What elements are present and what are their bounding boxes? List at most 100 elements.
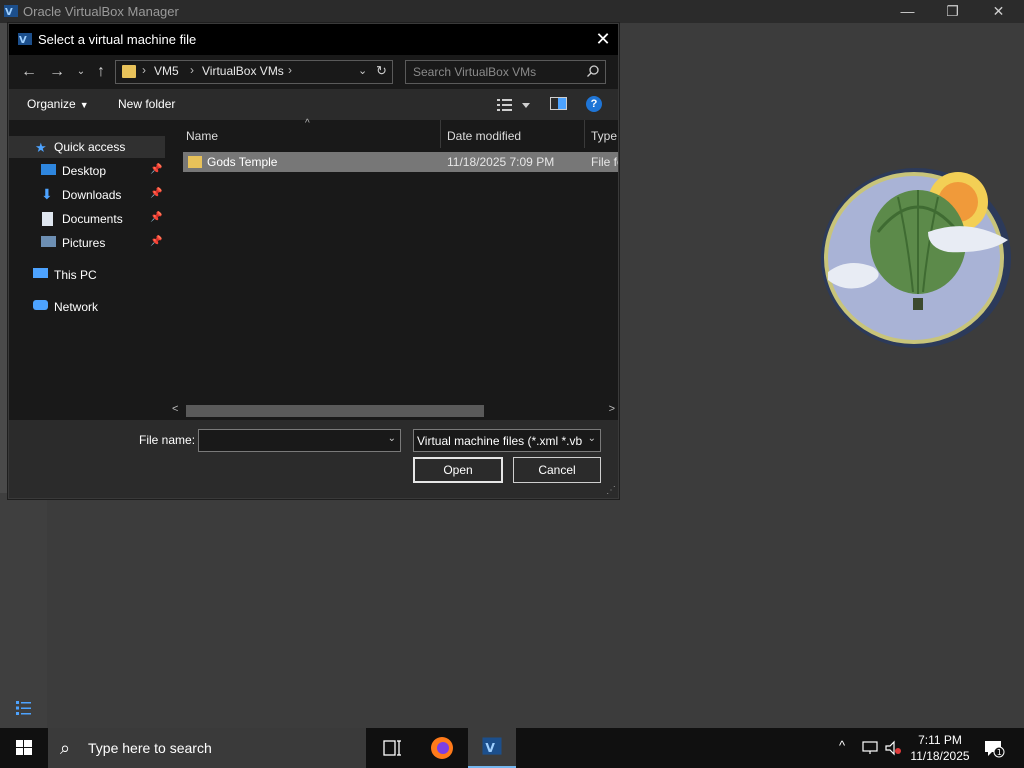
system-clock[interactable]: 7:11 PM 11/18/2025 — [905, 732, 975, 764]
close-button[interactable]: ✕ — [976, 0, 1021, 23]
horizontal-scrollbar[interactable]: < > — [169, 403, 618, 419]
file-row[interactable]: Gods Temple 11/18/2025 7:09 PM File fold… — [183, 152, 618, 172]
nav-item-desktop[interactable]: Desktop 📌 — [9, 160, 165, 182]
nav-item-network[interactable]: Network — [9, 296, 165, 318]
file-type-filter-value: Virtual machine files (*.xml *.vbox) — [417, 434, 582, 448]
refresh-icon[interactable]: ↻ — [376, 63, 387, 79]
address-dropdown-icon[interactable]: ⌄ — [358, 64, 367, 77]
nav-item-pictures[interactable]: Pictures 📌 — [9, 232, 165, 254]
column-header-date-modified[interactable]: Date modified — [441, 120, 584, 148]
breadcrumb-separator-icon: › — [190, 63, 194, 77]
network-status-icon[interactable] — [862, 740, 880, 756]
dialog-titlebar: V Select a virtual machine file ✕ — [9, 24, 618, 55]
new-folder-button[interactable]: New folder — [118, 97, 175, 111]
nav-item-documents[interactable]: Documents 📌 — [9, 208, 165, 230]
volume-muted-icon[interactable] — [884, 740, 902, 756]
computer-icon — [33, 268, 48, 278]
taskbar-search-placeholder: Type here to search — [88, 740, 212, 756]
pictures-icon — [41, 236, 56, 247]
navigation-pane: ★ Quick access Desktop 📌 ⬇ Downloads 📌 D… — [9, 120, 165, 420]
vbox-side-strip — [0, 23, 8, 493]
search-icon: ⌕ — [60, 738, 71, 758]
scrollbar-thumb[interactable] — [186, 405, 484, 417]
restore-button[interactable]: ❐ — [930, 0, 975, 23]
pin-icon[interactable]: 📌 — [150, 188, 162, 199]
pin-icon[interactable]: 📌 — [150, 236, 162, 247]
folder-icon — [188, 156, 202, 168]
up-arrow-icon[interactable]: ↑ — [89, 61, 113, 83]
chevron-down-icon[interactable]: ⌄ — [388, 433, 396, 444]
column-header-type[interactable]: Type — [585, 120, 618, 148]
navigation-bar: ← → ⌄ ↑ › VM5 › VirtualBox VMs › ⌄ ↻ Sea… — [9, 55, 618, 89]
file-list: Name ^ Date modified Type Gods Temple 11… — [165, 118, 618, 420]
minimize-button[interactable]: — — [885, 0, 930, 23]
breadcrumb-virtualbox-vms[interactable]: VirtualBox VMs — [202, 64, 284, 78]
taskbar: ⌕ Type here to search V ^ 7:11 PM 11/18/… — [0, 728, 1024, 768]
dialog-close-button[interactable]: ✕ — [588, 24, 618, 55]
breadcrumb-separator-icon: › — [288, 63, 292, 77]
chevron-down-icon: ▼ — [79, 100, 89, 110]
nav-item-downloads[interactable]: ⬇ Downloads 📌 — [9, 184, 165, 206]
change-view-icon[interactable] — [497, 98, 537, 112]
nav-item-label: Desktop — [62, 164, 107, 178]
desktop-icon — [41, 164, 56, 175]
task-view-icon[interactable] — [368, 728, 416, 768]
search-box[interactable]: Search VirtualBox VMs — [405, 60, 606, 84]
file-name-label: File name: — [139, 433, 196, 447]
search-placeholder: Search VirtualBox VMs — [413, 65, 537, 79]
svg-text:V: V — [19, 35, 27, 46]
file-name: Gods Temple — [207, 155, 278, 169]
organize-menu[interactable]: Organize ▼ — [27, 97, 89, 111]
cancel-button[interactable]: Cancel — [513, 457, 601, 483]
open-button[interactable]: Open — [413, 457, 503, 483]
svg-text:V: V — [485, 741, 495, 755]
show-hidden-icons-chevron-icon[interactable]: ^ — [839, 738, 845, 753]
taskbar-search-box[interactable]: ⌕ Type here to search — [48, 728, 366, 768]
nav-item-label: This PC — [54, 268, 97, 282]
resize-grip-icon[interactable]: ⋰ — [606, 485, 616, 496]
star-icon: ★ — [35, 140, 47, 155]
svg-text:1: 1 — [997, 748, 1002, 757]
column-header-name[interactable]: Name ^ — [165, 118, 440, 148]
breadcrumb-vm5[interactable]: VM5 — [154, 64, 179, 78]
back-arrow-icon[interactable]: ← — [17, 61, 41, 83]
file-type-filter-select[interactable]: Virtual machine files (*.xml *.vbox) ⌄ — [413, 429, 601, 452]
command-bar: Organize ▼ New folder ? — [9, 89, 618, 120]
download-arrow-icon: ⬇ — [41, 186, 53, 202]
hot-air-balloon-image — [821, 168, 1011, 348]
search-icon — [587, 65, 599, 77]
file-name-input[interactable]: ⌄ — [198, 429, 401, 452]
tools-menu-icon[interactable] — [14, 698, 34, 718]
windows-start-icon[interactable] — [0, 728, 48, 768]
vbox-titlebar: V Oracle VirtualBox Manager — ❐ ✕ — [0, 0, 1024, 23]
pin-icon[interactable]: 📌 — [150, 164, 162, 175]
firefox-icon[interactable] — [418, 728, 466, 768]
select-vm-file-dialog: V Select a virtual machine file ✕ ← → ⌄ … — [8, 23, 619, 499]
chevron-down-icon: ⌄ — [587, 433, 596, 444]
pin-icon[interactable]: 📌 — [150, 212, 162, 223]
scroll-right-icon[interactable]: > — [609, 403, 615, 415]
file-date: 11/18/2025 7:09 PM — [447, 155, 555, 169]
folder-icon — [122, 65, 136, 78]
app-title: Oracle VirtualBox Manager — [23, 4, 179, 19]
file-type: File folder — [591, 155, 618, 169]
nav-item-label: Pictures — [62, 236, 106, 250]
svg-text:V: V — [5, 7, 13, 18]
nav-item-this-pc[interactable]: This PC — [9, 264, 165, 286]
virtualbox-taskbar-icon[interactable]: V — [468, 728, 516, 768]
preview-pane-icon[interactable] — [550, 97, 567, 110]
forward-arrow-icon[interactable]: → — [45, 61, 69, 83]
dialog-footer: File name: ⌄ Virtual machine files (*.xm… — [9, 420, 618, 498]
help-icon[interactable]: ? — [586, 96, 602, 112]
scroll-left-icon[interactable]: < — [172, 403, 178, 415]
notification-center-icon[interactable]: 1 — [984, 739, 1006, 759]
sort-ascending-icon: ^ — [305, 118, 310, 129]
clock-date: 11/18/2025 — [910, 749, 970, 763]
nav-item-quick-access[interactable]: ★ Quick access — [9, 136, 165, 158]
nav-item-label: Downloads — [62, 188, 122, 202]
documents-icon — [42, 212, 53, 226]
dialog-title: Select a virtual machine file — [38, 32, 197, 47]
nav-item-label: Documents — [62, 212, 123, 226]
virtualbox-logo-icon: V — [18, 33, 32, 46]
address-bar[interactable]: › VM5 › VirtualBox VMs › ⌄ ↻ — [115, 60, 393, 84]
